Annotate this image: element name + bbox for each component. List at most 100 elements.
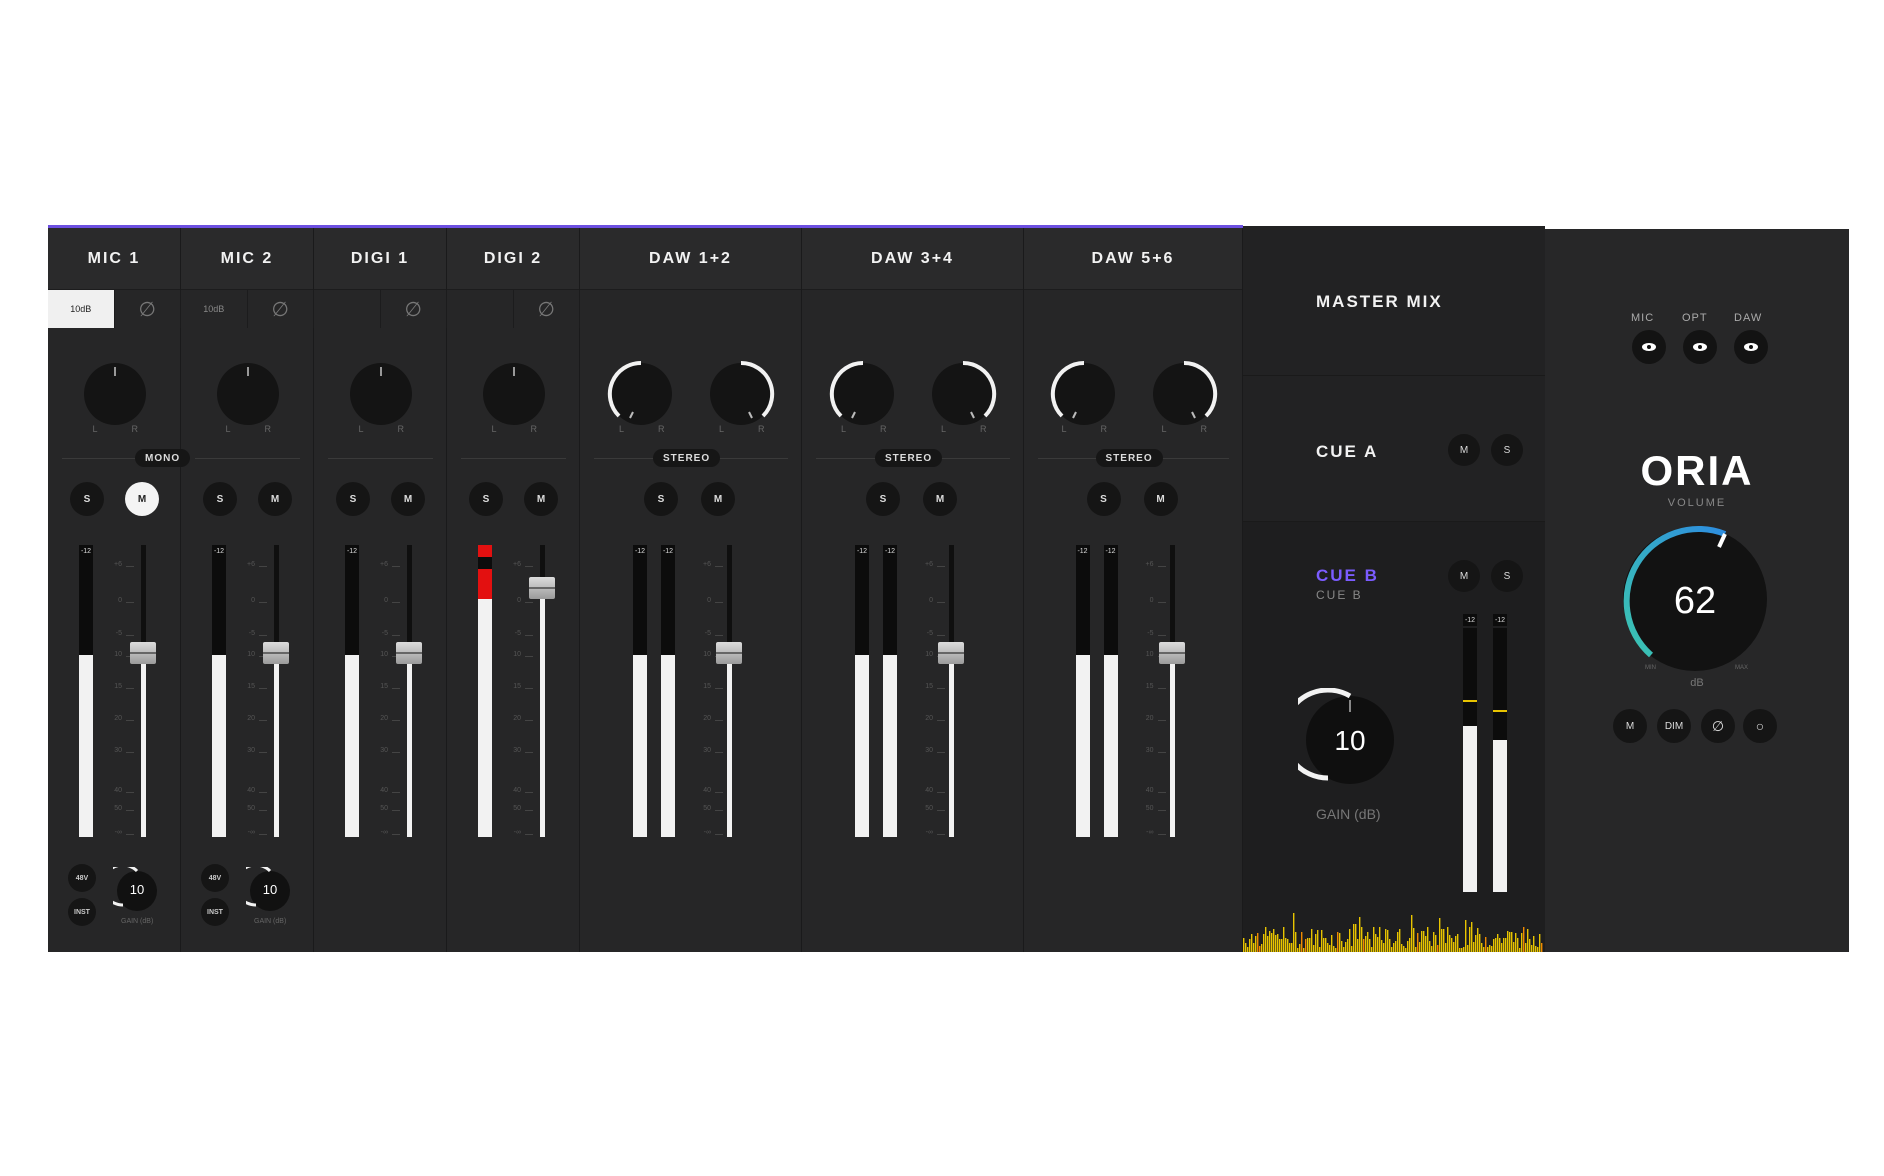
fader-scale-label: +6	[1145, 561, 1154, 568]
volume-knob[interactable]: 62	[1613, 517, 1777, 681]
cue-a-solo-button[interactable]: S	[1491, 434, 1523, 466]
cue-b-mute-button[interactable]: M	[1448, 560, 1480, 592]
cue-b-solo-button[interactable]: S	[1491, 560, 1523, 592]
fader-scale-tick	[392, 792, 400, 793]
master-mix-row[interactable]: MASTER MIX	[1243, 226, 1545, 376]
cue-b-title[interactable]: CUE B	[1316, 566, 1379, 586]
solo-button[interactable]: S	[70, 482, 104, 516]
mute-button[interactable]: M	[125, 482, 159, 516]
pan-knob-right[interactable]	[705, 358, 777, 430]
peak-label: -12	[661, 545, 675, 557]
eye-icon	[1744, 343, 1758, 351]
pad-toggle[interactable]: 10dB	[48, 290, 115, 328]
fader-scale-label: 20	[114, 715, 122, 722]
oria-mute-button[interactable]: M	[1613, 709, 1647, 743]
solo-button[interactable]: S	[469, 482, 503, 516]
phase-invert-button[interactable]: ∅	[248, 290, 314, 328]
fader-scale-label: 50	[1145, 805, 1154, 812]
mute-button[interactable]: M	[701, 482, 735, 516]
channel-link-pill[interactable]: STEREO	[1095, 449, 1163, 467]
fader-track[interactable]	[1169, 545, 1175, 837]
fader-scale-label: 30	[1145, 747, 1154, 754]
pad-toggle[interactable]: 10dB	[181, 290, 248, 328]
solo-button[interactable]: S	[1086, 482, 1121, 516]
volume-max-label: MAX	[1735, 665, 1749, 671]
fader-scale-label: 20	[703, 715, 711, 722]
oria-dim-button[interactable]: DIM	[1657, 709, 1691, 743]
fader-track[interactable]	[727, 545, 732, 837]
level-meter	[633, 557, 647, 837]
fader-handle[interactable]	[130, 642, 156, 664]
pan-knob-left[interactable]	[1048, 358, 1120, 430]
fader-scale-tick	[126, 834, 134, 835]
channel-strip: DAW 5+6 L R L R STEREO S M -12 -12 +6 0 -5 10 15 20 30 40…	[1024, 228, 1243, 952]
fader-handle[interactable]	[396, 642, 422, 664]
pan-knob[interactable]	[212, 358, 284, 430]
mute-button[interactable]: M	[524, 482, 558, 516]
fader-track[interactable]	[949, 545, 954, 837]
pan-knob-left[interactable]	[827, 358, 899, 430]
source-daw-eye-button[interactable]	[1734, 330, 1768, 364]
fader-track[interactable]	[141, 545, 146, 837]
pan-knob-right[interactable]	[927, 358, 999, 430]
channel-name: DIGI 2	[447, 228, 579, 290]
fader-track[interactable]	[407, 545, 412, 837]
phase-invert-button[interactable]: ∅	[514, 290, 580, 328]
solo-button[interactable]: S	[644, 482, 678, 516]
fader-handle[interactable]	[263, 642, 289, 664]
mute-button[interactable]: M	[923, 482, 957, 516]
fader-handle[interactable]	[938, 642, 964, 664]
channel-link-pill[interactable]: STEREO	[653, 449, 721, 467]
phase-invert-button[interactable]: ∅	[115, 290, 181, 328]
fader-scale-label: -5	[704, 630, 711, 637]
phantom-power-button[interactable]: 48V	[68, 864, 96, 892]
phantom-power-button[interactable]: 48V	[201, 864, 229, 892]
fader-scale-tick	[259, 752, 267, 753]
clip-indicator[interactable]	[478, 545, 492, 557]
fader-track[interactable]	[274, 545, 279, 837]
solo-button[interactable]: S	[203, 482, 237, 516]
mute-button[interactable]: M	[258, 482, 292, 516]
solo-button[interactable]: S	[336, 482, 370, 516]
instrument-button[interactable]: INST	[68, 898, 96, 926]
divider	[328, 458, 433, 459]
source-mic-eye-button[interactable]	[1632, 330, 1666, 364]
fader-handle[interactable]	[1158, 642, 1185, 664]
oria-phase-button[interactable]: ∅	[1701, 709, 1735, 743]
instrument-button[interactable]: INST	[201, 898, 229, 926]
channel-options-row: ∅	[447, 290, 580, 328]
source-opt-eye-button[interactable]	[1683, 330, 1717, 364]
cue-a-mute-button[interactable]: M	[1448, 434, 1480, 466]
fader-scale-tick	[525, 720, 533, 721]
phase-invert-button[interactable]: ∅	[381, 290, 447, 328]
fader-scale-label: 0	[251, 597, 255, 604]
level-meter	[661, 557, 675, 837]
channel-name: DAW 1+2	[580, 228, 801, 290]
fader-scale-label: 15	[1145, 683, 1154, 690]
pan-knob-left[interactable]	[605, 358, 677, 430]
oria-power-button[interactable]: ○	[1743, 709, 1777, 743]
fader-scale-label: 40	[380, 787, 388, 794]
fader-handle[interactable]	[716, 642, 742, 664]
pad-toggle[interactable]	[447, 290, 514, 328]
eye-icon	[1642, 343, 1656, 351]
fader-scale-label: 30	[925, 747, 933, 754]
cue-b-panel: CUE B CUE B M S 10 GAIN (dB) -12 -12	[1243, 522, 1545, 952]
fader-scale-tick	[1157, 720, 1166, 721]
pan-knob[interactable]	[345, 358, 417, 430]
pad-toggle[interactable]	[314, 290, 381, 328]
cue-a-row[interactable]: CUE A M S	[1243, 376, 1545, 522]
fader-scale-tick	[937, 635, 945, 636]
master-gain-knob[interactable]: 10	[1298, 688, 1402, 792]
channel-link-pill[interactable]: STEREO	[875, 449, 943, 467]
pan-knob[interactable]	[478, 358, 550, 430]
fader-scale-tick	[1157, 602, 1166, 603]
fader-scale-tick	[392, 720, 400, 721]
pan-knob[interactable]	[79, 358, 151, 430]
pan-knob-right[interactable]	[1148, 358, 1220, 430]
mute-button[interactable]: M	[391, 482, 425, 516]
fader-handle[interactable]	[529, 577, 555, 599]
solo-button[interactable]: S	[866, 482, 900, 516]
divider	[461, 458, 566, 459]
mute-button[interactable]: M	[1143, 482, 1178, 516]
